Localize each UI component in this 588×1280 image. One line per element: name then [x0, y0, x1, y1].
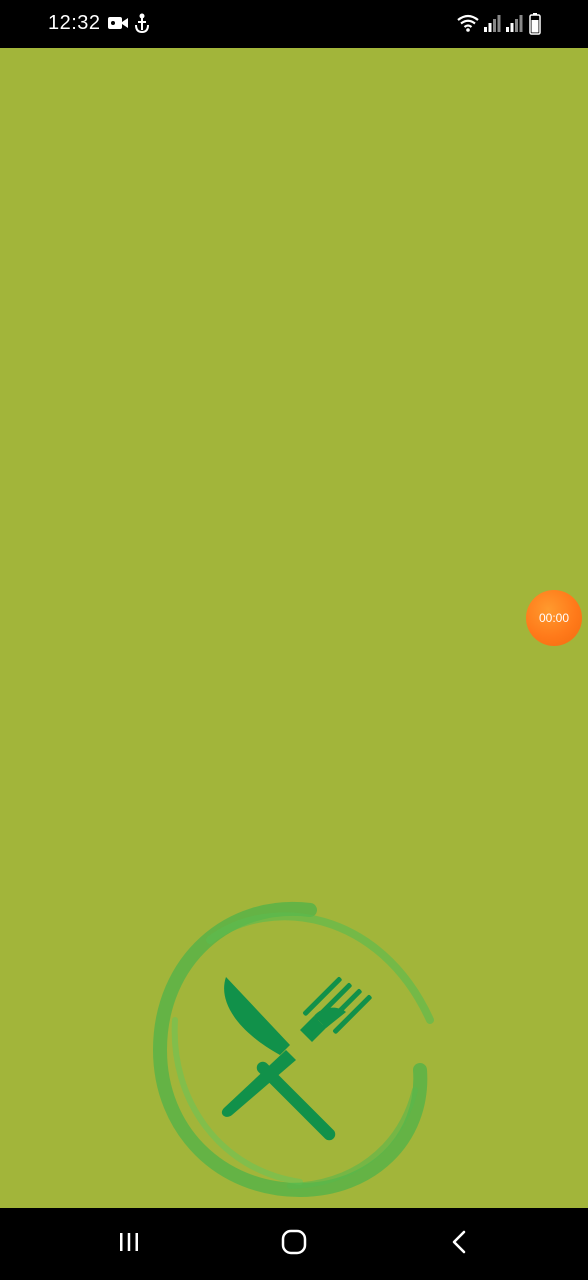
timer-label: 00:00 [538, 611, 570, 625]
navigation-bar [0, 1208, 588, 1280]
signal-icon [505, 13, 523, 38]
recent-apps-icon [117, 1230, 141, 1259]
usb-anchor-icon [134, 13, 150, 40]
wifi-icon [456, 13, 480, 38]
status-bar: 12:32 [0, 0, 588, 48]
signal-icon [483, 13, 501, 38]
status-time: 12:32 [48, 12, 101, 34]
back-button[interactable] [439, 1226, 479, 1262]
fork-knife-plate-icon [150, 900, 440, 1200]
home-icon [280, 1228, 308, 1261]
timer-bubble[interactable]: 00:00 [526, 590, 582, 646]
home-button[interactable] [274, 1226, 314, 1262]
battery-icon [529, 13, 541, 40]
recent-apps-button[interactable] [109, 1226, 149, 1262]
back-icon [447, 1228, 471, 1261]
video-camera-icon [107, 13, 129, 38]
